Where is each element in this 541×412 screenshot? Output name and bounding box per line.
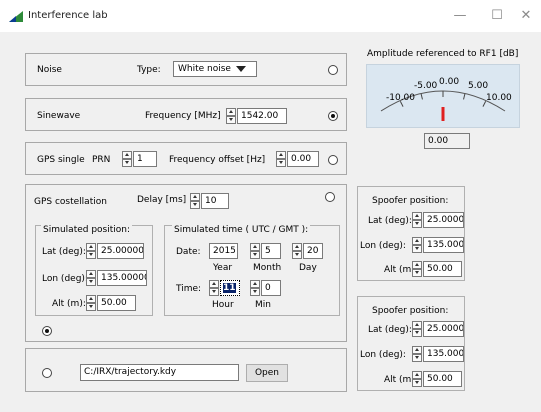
- spoofer1-title: Spoofer position:: [372, 196, 449, 206]
- sim-alt-label: Alt (m):: [52, 299, 86, 309]
- hour-spinner[interactable]: [209, 280, 219, 296]
- spoofer1-alt-spinner[interactable]: [412, 261, 422, 277]
- simulated-time-group: Simulated time ( UTC / GMT ): Date: 2015…: [164, 225, 340, 316]
- spoofer2-lon-label: Lon (deg):: [360, 350, 406, 360]
- spoofer2-lon-spinner[interactable]: [412, 346, 422, 362]
- noise-type-select[interactable]: White noise: [173, 61, 257, 77]
- spoofer-position-group-1: Spoofer position: Lat (deg): 25.00000 Lo…: [357, 186, 465, 281]
- meter-tick: [463, 93, 466, 100]
- constellation-position-mode-radio[interactable]: [42, 326, 52, 336]
- frequency-input[interactable]: 1542.00: [237, 108, 287, 124]
- chevron-down-icon: [236, 66, 246, 72]
- close-button[interactable]: ✕: [511, 0, 541, 32]
- gps-constellation-label: GPS costellation: [34, 197, 107, 207]
- scale-label-pos10: 10.00: [486, 93, 512, 103]
- spoofer2-alt-input[interactable]: 50.00: [423, 371, 462, 387]
- sim-alt-input[interactable]: 50.00: [97, 295, 136, 311]
- spoofer-position-group-2: Spoofer position: Lat (deg): 25.00000 Lo…: [357, 296, 465, 391]
- sinewave-panel: Sinewave Frequency [MHz] 1542.00: [25, 98, 347, 131]
- month-input[interactable]: 5: [261, 243, 281, 259]
- noise-panel: Noise Type: White noise: [25, 53, 347, 86]
- min-spinner[interactable]: [250, 280, 260, 296]
- window-title: Interference lab: [28, 10, 108, 21]
- sim-lat-spinner[interactable]: [86, 243, 96, 259]
- min-label: Min: [255, 300, 271, 310]
- scale-label-zero: 0.00: [439, 77, 460, 87]
- gps-constellation-radio[interactable]: [325, 192, 335, 202]
- spoofer1-alt-input[interactable]: 50.00: [423, 261, 462, 277]
- trajectory-radio[interactable]: [42, 368, 52, 378]
- sim-lat-input[interactable]: 25.00000: [97, 243, 144, 259]
- meter-tick: [420, 93, 423, 100]
- hour-label: Hour: [212, 300, 234, 310]
- hour-value: 11: [223, 283, 236, 293]
- spoofer1-lat-label: Lat (deg):: [368, 216, 412, 226]
- noise-label: Noise: [37, 65, 62, 75]
- spoofer1-lat-input[interactable]: 25.00000: [423, 212, 464, 228]
- spoofer2-lon-input[interactable]: 135.00000: [423, 346, 464, 362]
- scale-label-neg5: -5.00: [414, 81, 438, 91]
- prn-spinner[interactable]: [122, 151, 132, 167]
- app-icon: [9, 11, 23, 22]
- sim-alt-spinner[interactable]: [86, 295, 96, 311]
- time-label: Time:: [176, 284, 202, 294]
- spoofer1-lon-label: Lon (deg):: [360, 241, 406, 251]
- simulated-position-title: Simulated position:: [41, 225, 133, 235]
- year-input[interactable]: 2015: [209, 243, 238, 259]
- sim-lon-label: Lon (deg):: [42, 274, 88, 284]
- spoofer1-lon-spinner[interactable]: [412, 237, 422, 253]
- day-input[interactable]: 20: [303, 243, 323, 259]
- delay-input[interactable]: 10: [201, 193, 229, 209]
- date-label: Date:: [176, 247, 201, 257]
- spoofer2-title: Spoofer position:: [372, 306, 449, 316]
- sim-lat-label: Lat (deg):: [42, 247, 86, 257]
- day-spinner[interactable]: [292, 243, 302, 259]
- trajectory-panel: C:/IRX/trajectory.kdy Open: [25, 348, 347, 392]
- spoofer2-alt-spinner[interactable]: [412, 371, 422, 387]
- spoofer1-lon-input[interactable]: 135.00000: [423, 237, 464, 253]
- spoofer1-lat-spinner[interactable]: [412, 212, 422, 228]
- hour-input[interactable]: 11: [220, 280, 240, 296]
- prn-input[interactable]: 1: [133, 151, 157, 167]
- spoofer2-lat-input[interactable]: 25.00000: [423, 321, 464, 337]
- scale-label-pos5: 5.00: [468, 81, 489, 91]
- open-button[interactable]: Open: [246, 364, 288, 382]
- noise-type-value: White noise: [178, 64, 231, 74]
- noise-type-label: Type:: [137, 65, 161, 75]
- spoofer2-lat-label: Lat (deg):: [368, 325, 412, 335]
- sinewave-radio[interactable]: [328, 111, 338, 121]
- sim-lon-input[interactable]: 135.00000: [97, 270, 147, 286]
- delay-label: Delay [ms]: [137, 195, 187, 205]
- simulated-time-title: Simulated time ( UTC / GMT ):: [172, 225, 311, 235]
- month-label: Month: [253, 263, 282, 273]
- trajectory-path-input[interactable]: C:/IRX/trajectory.kdy: [80, 364, 239, 381]
- delay-spinner[interactable]: [190, 193, 200, 209]
- minimize-button[interactable]: —: [440, 0, 480, 32]
- frequency-offset-label: Frequency offset [Hz]: [169, 155, 266, 165]
- meter-value: 0.00: [424, 133, 470, 149]
- spoofer2-lat-spinner[interactable]: [412, 321, 422, 337]
- meter-title: Amplitude referenced to RF1 [dB]: [367, 49, 519, 59]
- scale-label-neg10: -10.00: [386, 93, 416, 103]
- offset-spinner[interactable]: [276, 151, 286, 167]
- gps-single-panel: GPS single PRN 1 Frequency offset [Hz] 0…: [25, 142, 347, 175]
- sim-lon-spinner[interactable]: [86, 270, 96, 286]
- title-bar: Interference lab — ☐ ✕: [0, 0, 541, 32]
- gps-single-label: GPS single: [37, 155, 85, 165]
- simulated-position-group: Simulated position: Lat (deg): 25.00000 …: [35, 225, 153, 316]
- frequency-spinner[interactable]: [226, 108, 236, 124]
- prn-label: PRN: [92, 155, 111, 165]
- frequency-offset-input[interactable]: 0.00: [287, 151, 319, 167]
- amplitude-meter: -10.00 -5.00 0.00 5.00 10.00: [366, 64, 520, 128]
- year-label: Year: [213, 263, 233, 273]
- sinewave-label: Sinewave: [37, 111, 81, 121]
- gps-single-radio[interactable]: [328, 155, 338, 165]
- noise-radio[interactable]: [328, 65, 338, 75]
- min-input[interactable]: 0: [261, 280, 281, 296]
- day-label: Day: [299, 263, 317, 273]
- month-spinner[interactable]: [250, 243, 260, 259]
- gps-constellation-panel: GPS costellation Delay [ms] 10 Simulated…: [25, 184, 347, 342]
- frequency-label: Frequency [MHz]: [145, 111, 221, 121]
